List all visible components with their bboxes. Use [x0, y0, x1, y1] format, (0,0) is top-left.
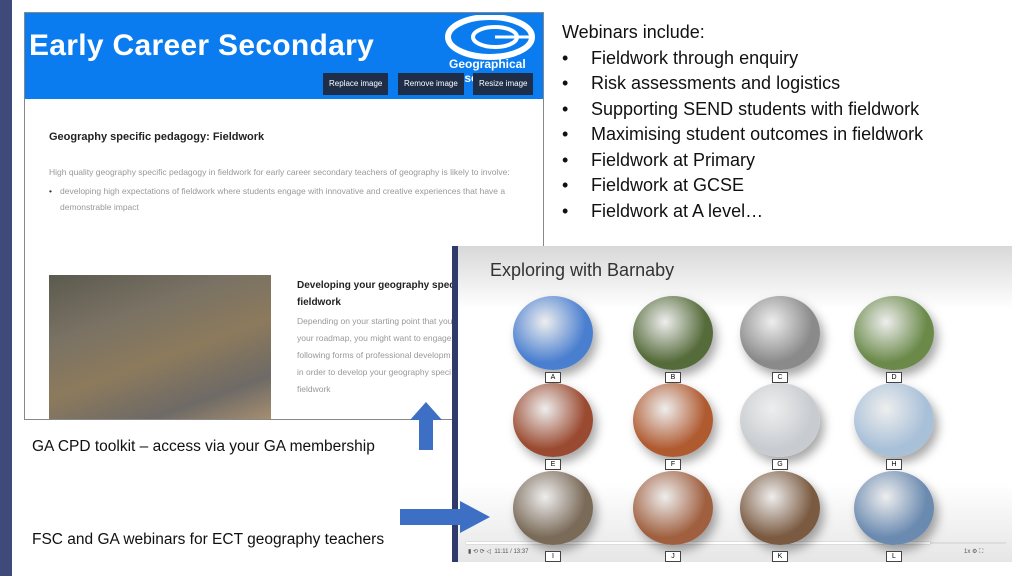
section-heading: Geography specific pedagogy: Fieldwork — [49, 131, 265, 143]
photo-thumbnail — [513, 296, 593, 370]
thumbnail-label: L — [886, 551, 902, 562]
thumbnail-label: F — [665, 459, 681, 470]
webinar-item: Risk assessments and logistics — [562, 71, 923, 97]
thumbnail-label: E — [545, 459, 561, 470]
speed-value: 1x — [964, 549, 971, 555]
webinar-title: Webinars include: — [562, 22, 705, 42]
webinar-item: Fieldwork at A level… — [562, 199, 923, 225]
webinar-list: Webinars include: Fieldwork through enqu… — [562, 20, 923, 224]
webinar-item: Maximising student outcomes in fieldwork — [562, 122, 923, 148]
sub-line: fieldwork — [297, 384, 331, 394]
play-controls[interactable]: ▮ ⟲ ⟳ ◁ 11:11 / 13:37 — [468, 548, 528, 555]
speed-control[interactable]: 1x ⚙ ⛶ — [964, 548, 983, 556]
photo-thumbnail — [854, 296, 934, 370]
up-arrow-icon — [410, 402, 442, 450]
progress-fill — [466, 542, 931, 544]
sub-line: Depending on your starting point that yo… — [297, 316, 453, 326]
thumbnail-label: J — [665, 551, 681, 562]
sub-line: your roadmap, you might want to engage — [297, 333, 452, 343]
thumbnail-label: K — [772, 551, 788, 562]
resize-image-button[interactable]: Resize image — [473, 73, 534, 95]
remove-image-button[interactable]: Remove image — [398, 73, 464, 95]
photo-thumbnail — [854, 471, 934, 545]
thumbnail-label: H — [886, 459, 902, 470]
photo-thumbnail — [513, 383, 593, 457]
webinar-item: Fieldwork at GCSE — [562, 173, 923, 199]
intro-text: High quality geography specific pedagogy… — [49, 167, 510, 177]
right-arrow-icon — [400, 501, 490, 533]
video-time: 11:11 / 13:37 — [494, 549, 529, 555]
photo-thumbnail — [740, 383, 820, 457]
webinar-item: Fieldwork at Primary — [562, 148, 923, 174]
photo-thumbnail — [854, 383, 934, 457]
thumbnail-label: B — [665, 372, 681, 383]
bullet-text: • developing high expectations of fieldwo… — [49, 186, 506, 212]
photo-thumbnail — [633, 383, 713, 457]
thumbnail-label: I — [545, 551, 561, 562]
webinar-item: Supporting SEND students with fieldwork — [562, 97, 923, 123]
students-photo — [49, 275, 271, 419]
photo-thumbnail — [513, 471, 593, 545]
photo-thumbnail — [633, 296, 713, 370]
banner: Early Career Secondary Geographical Asso… — [25, 13, 543, 99]
slide-stripe — [0, 0, 12, 576]
sub-line: following forms of professional developm — [297, 350, 451, 360]
thumbnail-label: G — [772, 459, 788, 470]
thumbnail-label: C — [772, 372, 788, 383]
webinar-item: Fieldwork through enquiry — [562, 46, 923, 72]
photo-thumbnail — [633, 471, 713, 545]
sub-text: Depending on your starting point that yo… — [297, 313, 452, 398]
thumbnail-label: A — [545, 372, 561, 383]
banner-title: Early Career Secondary — [29, 29, 375, 62]
webinars-caption: FSC and GA webinars for ECT geography te… — [32, 531, 385, 548]
sub-line: in order to develop your geography speci — [297, 367, 452, 377]
webinar-video-player[interactable]: Exploring with Barnaby ▮ ⟲ ⟳ ◁ 11:11 / 1… — [452, 246, 1012, 562]
bullet-content: developing high expectations of fieldwor… — [60, 186, 506, 212]
replace-image-button[interactable]: Replace image — [323, 73, 389, 95]
video-title: Exploring with Barnaby — [490, 260, 675, 280]
thumbnail-label: D — [886, 372, 902, 383]
photo-thumbnail — [740, 296, 820, 370]
photo-thumbnail — [740, 471, 820, 545]
toolkit-caption: GA CPD toolkit – access via your GA memb… — [32, 438, 375, 455]
